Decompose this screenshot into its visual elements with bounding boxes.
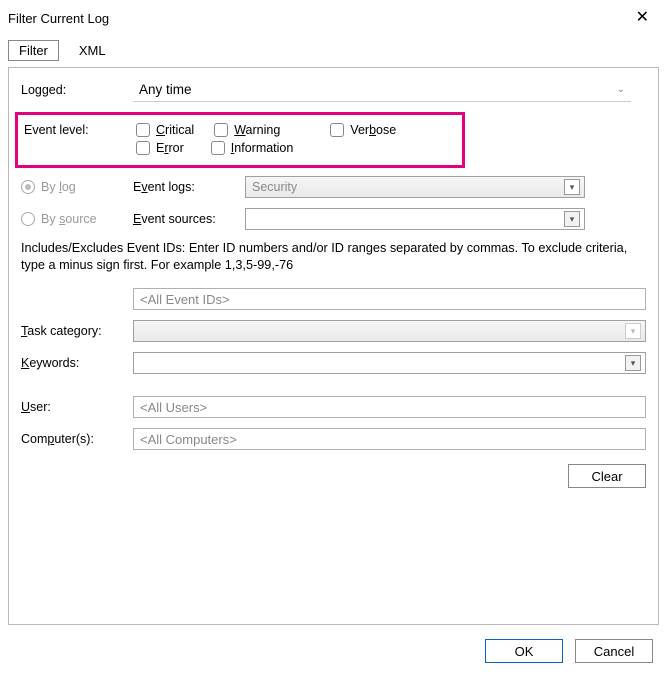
warning-label: Warning [234, 123, 280, 137]
logged-label: Logged: [21, 83, 133, 97]
radio-by-log[interactable] [21, 180, 35, 194]
event-sources-combo[interactable]: ▾ [245, 208, 585, 230]
tab-xml[interactable]: XML [69, 41, 116, 60]
logged-row: Logged: Any time ⌄ [21, 78, 646, 102]
checkbox-warning[interactable]: Warning [214, 123, 280, 137]
checkbox-verbose[interactable]: Verbose [330, 123, 396, 137]
user-label: User: [21, 400, 133, 414]
chevron-down-icon: ⌄ [617, 84, 625, 95]
user-row: User: [21, 396, 646, 418]
logged-value: Any time [139, 82, 192, 97]
critical-label: Critical [156, 123, 194, 137]
by-log-label: By log [41, 180, 76, 194]
ok-button[interactable]: OK [485, 639, 563, 663]
tab-filter[interactable]: Filter [8, 40, 59, 61]
filter-panel: Logged: Any time ⌄ Event level: Critical… [8, 67, 659, 625]
keywords-row: Keywords: ▾ [21, 352, 646, 374]
logged-select[interactable]: Any time ⌄ [133, 78, 631, 102]
event-level-label: Event level: [24, 123, 136, 137]
checkbox-icon [211, 141, 225, 155]
dropdown-icon: ▾ [564, 211, 580, 227]
information-label: Information [231, 141, 294, 155]
checkbox-critical[interactable]: Critical [136, 123, 194, 137]
checkbox-icon [136, 141, 150, 155]
event-ids-input[interactable] [133, 288, 646, 310]
clear-button[interactable]: Clear [568, 464, 646, 488]
dropdown-icon: ▾ [564, 179, 580, 195]
by-source-row: By source Event sources: ▾ [21, 208, 646, 230]
event-logs-value: Security [252, 180, 297, 194]
computers-row: Computer(s): [21, 428, 646, 450]
keywords-combo[interactable]: ▾ [133, 352, 646, 374]
cancel-button[interactable]: Cancel [575, 639, 653, 663]
event-logs-combo[interactable]: Security ▾ [245, 176, 585, 198]
verbose-label: Verbose [350, 123, 396, 137]
checkbox-error[interactable]: Error [136, 141, 184, 155]
help-text: Includes/Excludes Event IDs: Enter ID nu… [21, 240, 646, 274]
keywords-label: Keywords: [21, 356, 133, 370]
checkbox-icon [214, 123, 228, 137]
dropdown-icon: ▾ [625, 323, 641, 339]
computers-input[interactable] [133, 428, 646, 450]
user-input[interactable] [133, 396, 646, 418]
title-bar: Filter Current Log ✕ [0, 0, 667, 32]
dropdown-icon: ▾ [625, 355, 641, 371]
event-sources-label: Event sources: [133, 212, 245, 226]
event-level-highlight: Event level: Critical Warning Verbose [15, 112, 465, 168]
by-source-label: By source [41, 212, 97, 226]
task-category-label: Task category: [21, 324, 133, 338]
error-label: Error [156, 141, 184, 155]
close-icon[interactable]: ✕ [632, 8, 653, 28]
by-log-row: By log Event logs: Security ▾ [21, 176, 646, 198]
checkbox-icon [136, 123, 150, 137]
checkbox-information[interactable]: Information [211, 141, 294, 155]
event-ids-row [21, 288, 646, 310]
checkbox-icon [330, 123, 344, 137]
dialog-buttons: OK Cancel [0, 635, 667, 663]
window-title: Filter Current Log [8, 11, 109, 26]
tab-strip: Filter XML [0, 32, 667, 61]
computers-label: Computer(s): [21, 432, 133, 446]
task-category-combo[interactable]: ▾ [133, 320, 646, 342]
task-category-row: Task category: ▾ [21, 320, 646, 342]
clear-row: Clear [21, 464, 646, 488]
event-logs-label: Event logs: [133, 180, 245, 194]
radio-by-source[interactable] [21, 212, 35, 226]
